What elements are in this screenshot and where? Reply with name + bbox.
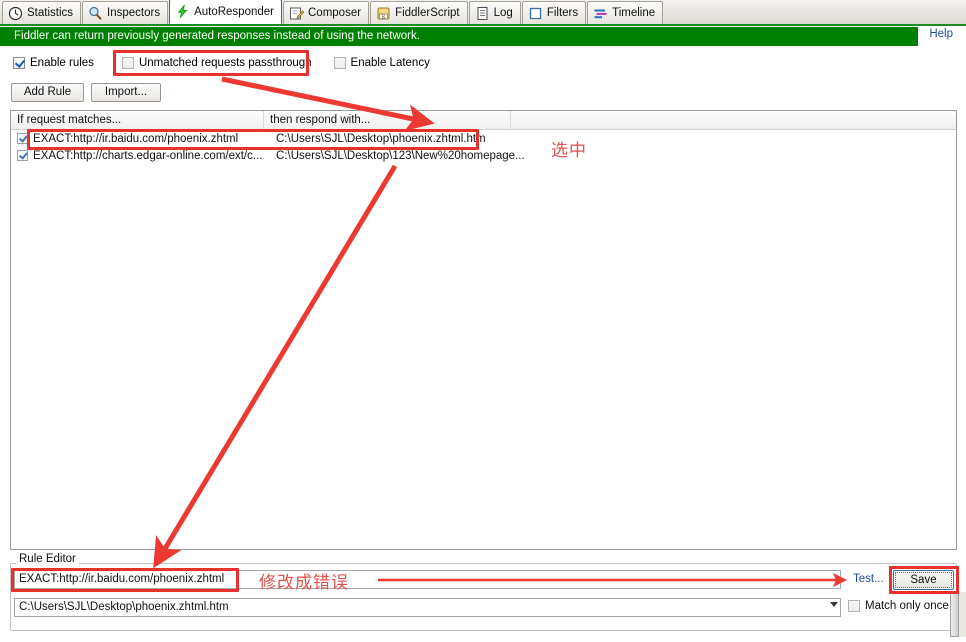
tab-label: Filters [546, 7, 579, 19]
timeline-icon [593, 6, 608, 21]
checkbox-box[interactable] [848, 600, 860, 612]
rule-enabled-checkbox[interactable] [17, 150, 28, 161]
import-button[interactable]: Import... [91, 83, 161, 102]
tab-label: Inspectors [107, 7, 161, 19]
rule-match-text: EXACT:http://charts.edgar-online.com/ext… [33, 149, 263, 162]
tab-label: Timeline [612, 7, 656, 19]
svg-text:js: js [381, 14, 386, 20]
checkbox-box[interactable] [13, 57, 25, 69]
table-row[interactable]: EXACT:http://ir.baidu.com/phoenix.zhtml … [11, 130, 956, 147]
info-banner: Fiddler can return previously generated … [8, 27, 918, 46]
tab-timeline[interactable]: Timeline [587, 1, 664, 24]
checkbox-label: Enable rules [30, 57, 94, 69]
checkbox-label: Enable Latency [350, 57, 430, 69]
checkbox-match-only-once[interactable]: Match only once [848, 600, 949, 612]
tab-label: FiddlerScript [395, 7, 460, 19]
test-link[interactable]: Test... [853, 573, 884, 585]
tab-autoresponder[interactable]: AutoResponder [169, 0, 282, 24]
tab-label: Log [493, 7, 513, 19]
column-header-respond[interactable]: then respond with... [264, 111, 511, 129]
rules-list-header: If request matches... then respond with.… [11, 111, 956, 130]
checkbox-enable-rules[interactable]: Enable rules [13, 57, 94, 69]
rule-respond-text: C:\Users\SJL\Desktop\phoenix.zhtml.htm [276, 132, 486, 145]
rule-match-text: EXACT:http://ir.baidu.com/phoenix.zhtml [33, 132, 239, 145]
table-row[interactable]: EXACT:http://charts.edgar-online.com/ext… [11, 147, 956, 164]
tab-log[interactable]: Log [468, 1, 521, 24]
checkbox-box[interactable] [333, 57, 346, 69]
add-rule-button[interactable]: Add Rule [11, 83, 84, 102]
save-button[interactable]: Save [893, 570, 954, 590]
magnifier-icon [88, 6, 103, 21]
rule-match-input[interactable]: EXACT:http://ir.baidu.com/phoenix.zhtml [14, 570, 841, 589]
clock-icon [8, 6, 23, 21]
tab-inspectors[interactable]: Inspectors [82, 1, 169, 24]
checkbox-unmatched-requests-passthrough[interactable]: Unmatched requests passthrough [121, 57, 312, 69]
checkbox-label: Unmatched requests passthrough [138, 57, 312, 69]
options-row: Enable rules Unmatched requests passthro… [13, 55, 430, 71]
checkbox-label: Match only once [865, 600, 949, 612]
column-header-match[interactable]: If request matches... [11, 111, 264, 129]
rule-editor-label: Rule Editor [16, 553, 79, 565]
banner-left-edge [0, 27, 8, 46]
column-header-extra[interactable] [511, 111, 956, 129]
rule-respond-input[interactable]: C:\Users\SJL\Desktop\phoenix.zhtml.htm [14, 598, 841, 617]
chevron-down-icon[interactable] [830, 602, 838, 607]
tab-label: AutoResponder [194, 5, 274, 18]
rule-respond-text: C:\Users\SJL\Desktop\123\New%20homepage.… [276, 149, 525, 162]
tab-statistics[interactable]: Statistics [2, 1, 82, 24]
main-tabstrip: Statistics Inspectors AutoResponder Comp… [0, 0, 966, 26]
tab-label: Statistics [27, 7, 74, 19]
js-scroll-icon: js [376, 6, 391, 21]
rules-list[interactable]: If request matches... then respond with.… [10, 110, 957, 550]
checkbox-box[interactable] [121, 57, 134, 69]
tab-composer[interactable]: Composer [283, 1, 370, 24]
square-icon [528, 6, 543, 21]
help-link[interactable]: Help [929, 28, 953, 40]
save-button-label: Save [895, 572, 952, 588]
document-icon [475, 6, 490, 21]
scrollbar-thumb[interactable] [950, 592, 959, 637]
tab-fiddlerscript[interactable]: js FiddlerScript [370, 1, 468, 24]
scrollbar-track[interactable] [959, 592, 966, 637]
rule-enabled-checkbox[interactable] [17, 133, 28, 144]
fiddler-autoresponder-window: Statistics Inspectors AutoResponder Comp… [0, 0, 966, 642]
tab-label: Composer [308, 7, 362, 19]
checkbox-enable-latency[interactable]: Enable Latency [333, 57, 430, 69]
lightning-icon [175, 4, 190, 19]
pencil-note-icon [289, 6, 304, 21]
tab-filters[interactable]: Filters [521, 1, 587, 24]
